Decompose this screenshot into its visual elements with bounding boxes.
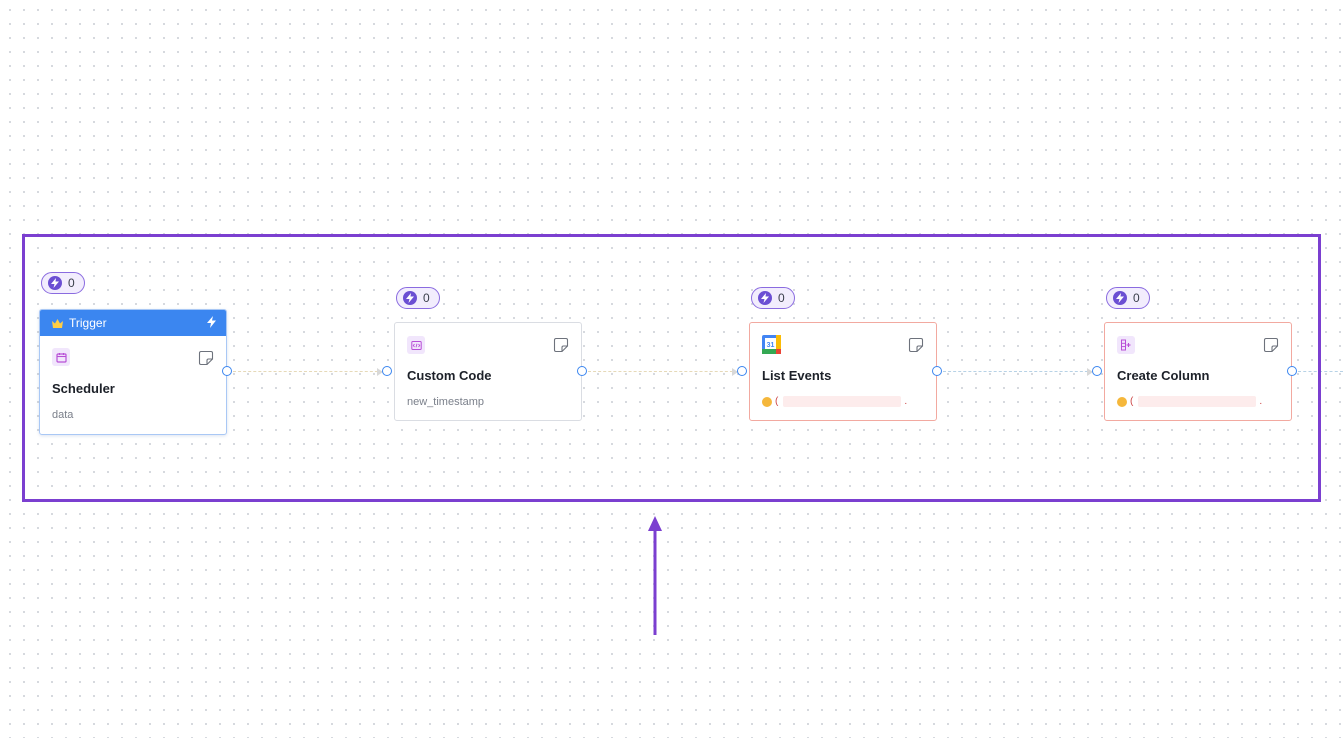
annotation-highlight-box — [22, 234, 1321, 502]
annotation-arrow-icon — [648, 516, 662, 635]
workflow-canvas[interactable]: 0 Trigger Scheduler data 0 Custom Code n… — [0, 0, 1343, 738]
